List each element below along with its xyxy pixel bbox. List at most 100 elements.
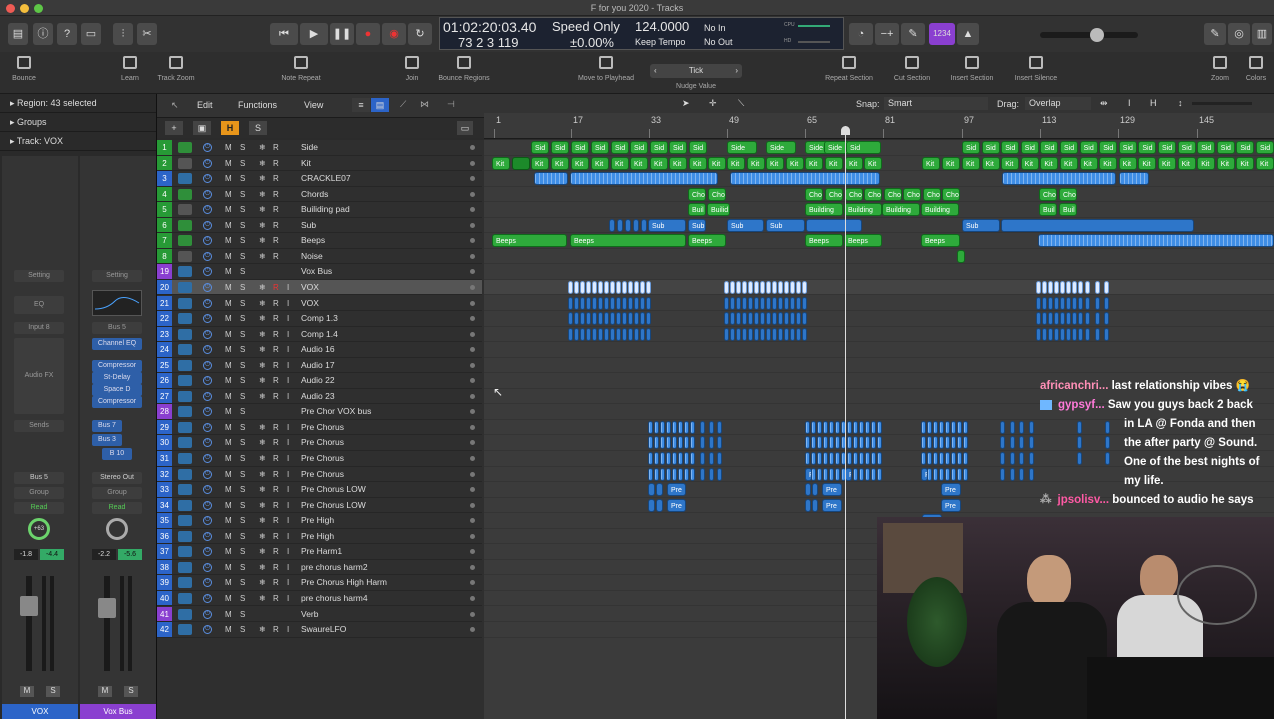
region[interactable]: [778, 312, 783, 326]
region[interactable]: [640, 296, 645, 310]
track-header-row[interactable]: 6 ⏻ M S R ❄ Sub: [157, 217, 482, 234]
region[interactable]: Kit: [1158, 156, 1176, 170]
drag-select[interactable]: Overlap: [1025, 97, 1091, 110]
track-power-icon[interactable]: ⏻: [203, 469, 212, 479]
mute-button[interactable]: M: [225, 281, 232, 294]
region[interactable]: Beeps: [688, 234, 726, 248]
mute-button[interactable]: M: [225, 141, 232, 154]
region[interactable]: [1095, 280, 1100, 294]
channel-name[interactable]: VOX: [2, 704, 78, 719]
region[interactable]: [1000, 436, 1005, 450]
region[interactable]: [772, 327, 777, 341]
solo-button[interactable]: S: [240, 436, 245, 449]
region[interactable]: Kit: [786, 156, 804, 170]
record-enable-button[interactable]: R: [273, 188, 279, 201]
region[interactable]: [1029, 467, 1034, 481]
freeze-icon[interactable]: ❄: [259, 234, 266, 247]
region[interactable]: Building: [882, 203, 920, 217]
region[interactable]: [1010, 452, 1015, 465]
track-name[interactable]: Vox Bus: [301, 264, 332, 279]
region[interactable]: [1072, 327, 1077, 341]
region[interactable]: Sid: [650, 141, 668, 154]
region[interactable]: [802, 327, 807, 341]
freeze-icon[interactable]: ❄: [259, 514, 266, 527]
region[interactable]: [835, 436, 840, 450]
solo-button[interactable]: S: [240, 592, 245, 605]
region[interactable]: [853, 467, 858, 481]
solo-button[interactable]: S: [46, 686, 60, 697]
region[interactable]: [847, 452, 852, 465]
freeze-icon[interactable]: ❄: [259, 328, 266, 341]
catch-icon[interactable]: ⊣: [447, 99, 455, 110]
region[interactable]: [634, 327, 639, 341]
record-enable-button[interactable]: R: [273, 561, 279, 574]
track-power-icon[interactable]: ⏻: [203, 360, 212, 370]
region[interactable]: [598, 312, 603, 326]
record-button[interactable]: ●: [356, 23, 380, 45]
strip-automation[interactable]: Read: [14, 502, 64, 514]
playhead[interactable]: [841, 126, 850, 719]
track-name[interactable]: Pre Chorus: [301, 467, 344, 482]
region[interactable]: [1038, 234, 1274, 248]
region[interactable]: [748, 312, 753, 326]
region[interactable]: [823, 467, 828, 481]
region[interactable]: Kit: [747, 156, 765, 170]
region[interactable]: [933, 420, 938, 434]
region[interactable]: [1002, 172, 1116, 186]
region[interactable]: Buil: [688, 203, 706, 217]
cycle-button[interactable]: ↻: [408, 23, 432, 45]
region[interactable]: [927, 436, 932, 450]
region[interactable]: [1095, 296, 1100, 310]
region[interactable]: [823, 452, 828, 465]
input-monitor-button[interactable]: I: [287, 421, 289, 434]
region[interactable]: [865, 436, 870, 450]
track-header-row[interactable]: 19 ⏻ M S Vox Bus: [157, 264, 482, 280]
freeze-icon[interactable]: ❄: [259, 468, 266, 481]
plugin-slot-4[interactable]: Space D: [92, 384, 142, 396]
region[interactable]: [802, 296, 807, 310]
region[interactable]: [817, 467, 822, 481]
freeze-icon[interactable]: ❄: [259, 530, 266, 543]
region[interactable]: Sid: [1158, 141, 1176, 154]
bounce-tool[interactable]: Bounce: [0, 56, 52, 82]
strip-group[interactable]: Group: [92, 487, 142, 499]
mute-button[interactable]: M: [225, 390, 232, 403]
region[interactable]: [700, 436, 705, 450]
region[interactable]: [778, 327, 783, 341]
region[interactable]: [1095, 312, 1100, 326]
region[interactable]: [877, 467, 882, 481]
solo-button[interactable]: S: [240, 483, 245, 496]
region[interactable]: [730, 312, 735, 326]
region[interactable]: Sid: [1001, 141, 1020, 154]
track-header-row[interactable]: 2 ⏻ M S R ❄ Kit: [157, 155, 482, 172]
track-power-icon[interactable]: ⏻: [203, 345, 212, 355]
track-power-icon[interactable]: ⏻: [203, 531, 212, 541]
region[interactable]: Sid: [846, 141, 881, 154]
region[interactable]: [717, 467, 722, 481]
region[interactable]: Pre: [822, 498, 842, 512]
region[interactable]: [778, 296, 783, 310]
region[interactable]: [847, 436, 852, 450]
region[interactable]: Sid: [962, 141, 980, 154]
track-power-icon[interactable]: ⏻: [203, 516, 212, 526]
snap-select[interactable]: Smart: [884, 97, 988, 110]
mute-button[interactable]: M: [225, 359, 232, 372]
region[interactable]: [835, 452, 840, 465]
region[interactable]: [660, 467, 665, 481]
global-tracks-icon[interactable]: ▭: [457, 121, 473, 135]
region[interactable]: [951, 436, 956, 450]
region[interactable]: Kit: [981, 156, 1000, 170]
region[interactable]: [628, 327, 633, 341]
solo-button[interactable]: S: [240, 514, 245, 527]
solo-button[interactable]: S: [240, 468, 245, 481]
region[interactable]: [805, 436, 810, 450]
track-power-icon[interactable]: ⏻: [203, 609, 212, 619]
region[interactable]: [760, 327, 765, 341]
region[interactable]: [586, 296, 591, 310]
track-name[interactable]: Verb: [301, 607, 319, 622]
region[interactable]: [1042, 296, 1047, 310]
region[interactable]: Sid: [1040, 141, 1059, 154]
record-enable-button[interactable]: R: [273, 343, 279, 356]
region[interactable]: Kit: [922, 156, 940, 170]
region[interactable]: Kit: [571, 156, 589, 170]
